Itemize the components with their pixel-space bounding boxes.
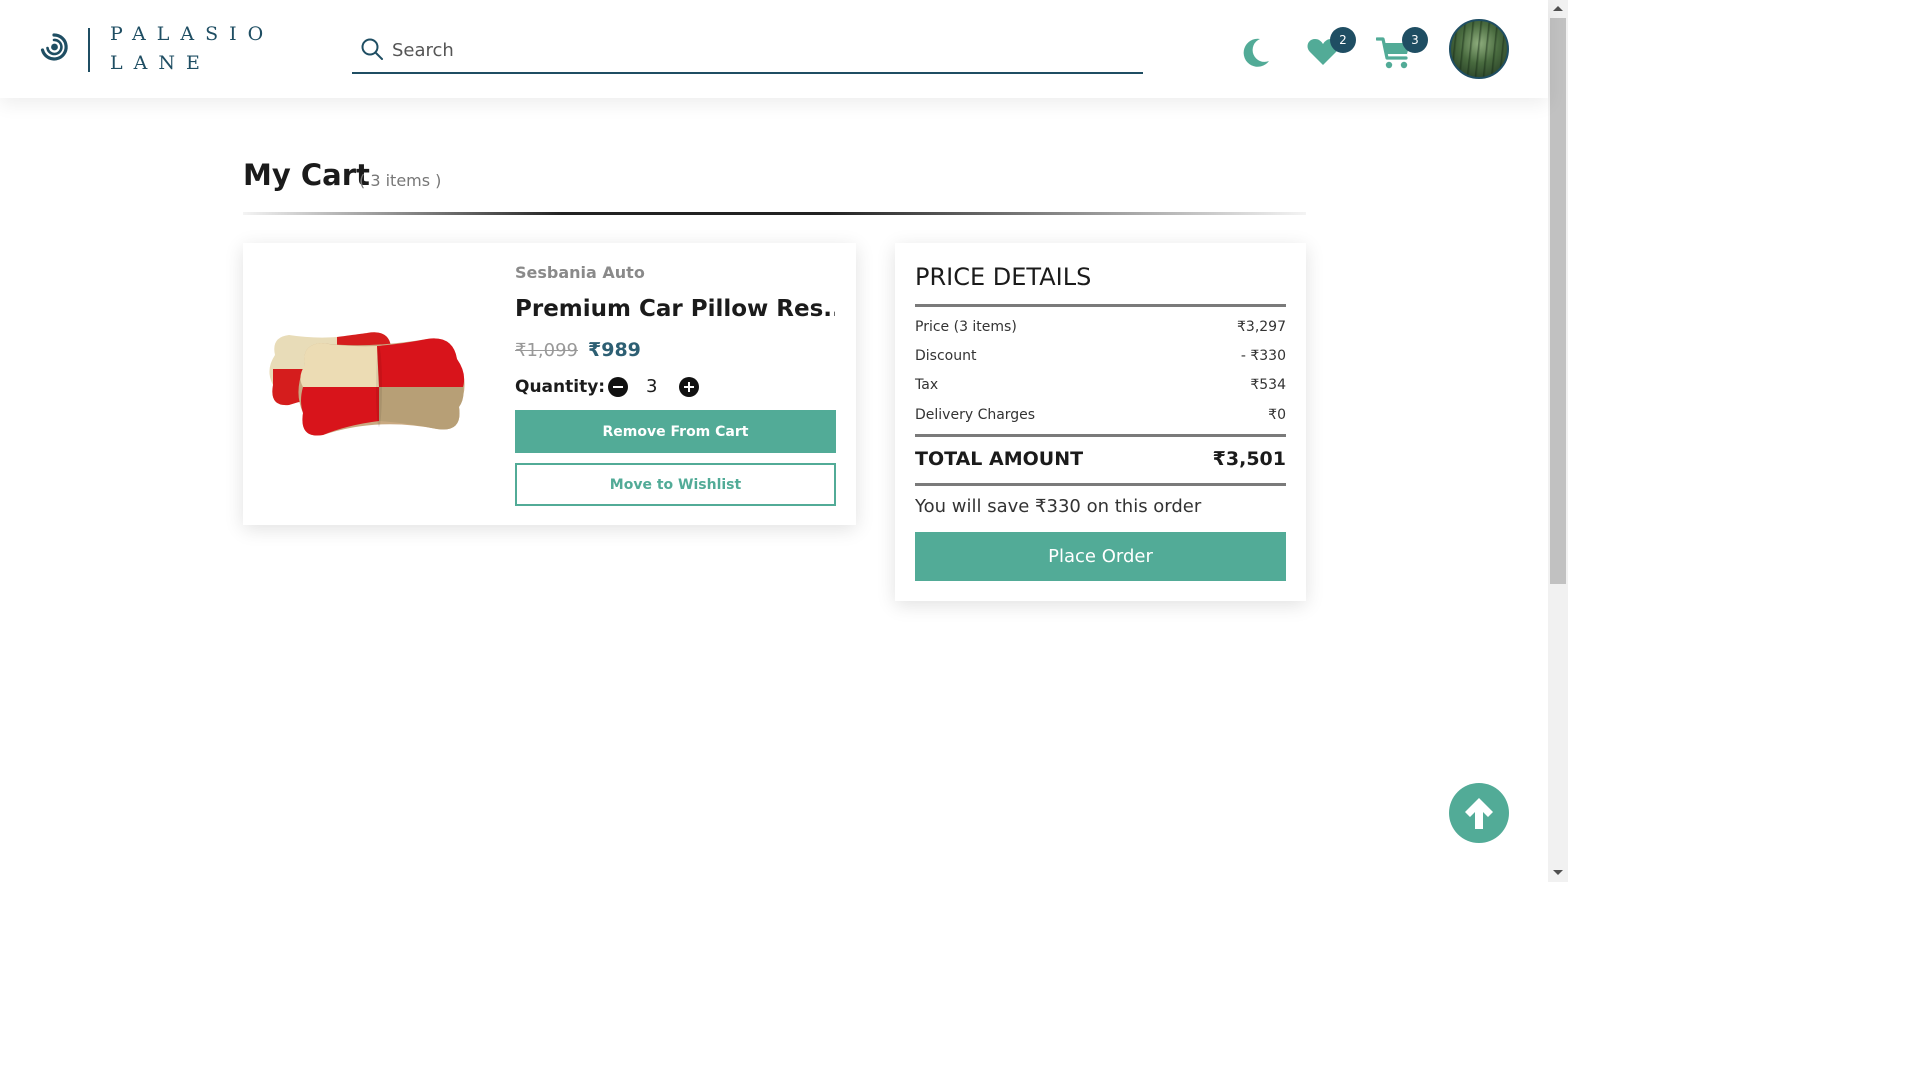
move-to-wishlist-button[interactable]: Move to Wishlist bbox=[515, 463, 836, 506]
page-title: My Cart bbox=[243, 158, 370, 192]
top-navbar: PALASIO LANE 2 3 bbox=[0, 0, 1548, 98]
total-divider-bottom bbox=[915, 483, 1286, 486]
total-amount-label: TOTAL AMOUNT bbox=[915, 448, 1084, 470]
price-row: Price (3 items) ₹3,297 bbox=[915, 319, 1286, 335]
quantity-value: 3 bbox=[646, 376, 658, 397]
moon-icon[interactable] bbox=[1238, 36, 1272, 70]
title-divider bbox=[243, 212, 1306, 215]
total-amount-value: ₹3,501 bbox=[1212, 448, 1286, 470]
search-icon bbox=[361, 38, 383, 60]
car-neck-pillow-image[interactable] bbox=[267, 325, 467, 445]
wishlist-count-badge: 2 bbox=[1330, 27, 1356, 53]
delivery-row-label: Delivery Charges bbox=[915, 407, 1036, 423]
product-name[interactable]: Premium Car Pillow Res... bbox=[515, 296, 835, 322]
discounted-price: ₹989 bbox=[588, 339, 641, 361]
decrease-quantity-icon[interactable] bbox=[608, 377, 628, 397]
page-scrollbar[interactable] bbox=[1548, 0, 1568, 882]
delivery-row-value: ₹0 bbox=[1268, 407, 1286, 423]
cart-count-badge: 3 bbox=[1402, 27, 1428, 53]
original-price: ₹1,099 bbox=[515, 340, 578, 361]
delivery-row: Delivery Charges ₹0 bbox=[915, 407, 1286, 423]
swirl-logo-icon[interactable] bbox=[38, 31, 70, 63]
remove-from-cart-button[interactable]: Remove From Cart bbox=[515, 410, 836, 453]
back-to-top-button[interactable] bbox=[1449, 783, 1509, 843]
quantity-label: Quantity: bbox=[515, 377, 606, 397]
total-divider-top bbox=[915, 434, 1286, 437]
brand-name-line1[interactable]: PALASIO bbox=[110, 23, 274, 45]
savings-message: You will save ₹330 on this order bbox=[915, 496, 1202, 517]
tax-row: Tax ₹534 bbox=[915, 377, 1286, 393]
price-row-value: ₹3,297 bbox=[1237, 319, 1286, 335]
cart-item-card: Sesbania Auto Premium Car Pillow Res... … bbox=[243, 243, 856, 525]
discount-row-value: - ₹330 bbox=[1240, 348, 1286, 364]
arrow-up-icon bbox=[1465, 798, 1493, 829]
avatar[interactable] bbox=[1449, 19, 1509, 79]
brand-name-line2[interactable]: LANE bbox=[110, 52, 211, 74]
price-row-label: Price (3 items) bbox=[915, 319, 1017, 335]
scroll-thumb[interactable] bbox=[1550, 18, 1566, 584]
search-bar bbox=[352, 28, 1143, 74]
price-details-card: PRICE DETAILS Price (3 items) ₹3,297 Dis… bbox=[895, 243, 1306, 601]
tax-row-value: ₹534 bbox=[1250, 377, 1286, 393]
discount-row-label: Discount bbox=[915, 348, 977, 364]
search-input[interactable] bbox=[390, 34, 1130, 66]
price-details-heading: PRICE DETAILS bbox=[915, 263, 1092, 291]
cart-item-count: ( 3 items ) bbox=[359, 171, 442, 190]
logo-divider bbox=[88, 28, 90, 72]
increase-quantity-icon[interactable] bbox=[679, 377, 699, 397]
price-divider bbox=[915, 304, 1286, 307]
product-brand: Sesbania Auto bbox=[515, 263, 645, 282]
place-order-button[interactable]: Place Order bbox=[915, 532, 1286, 581]
total-amount-row: TOTAL AMOUNT ₹3,501 bbox=[915, 448, 1286, 470]
tax-row-label: Tax bbox=[915, 377, 939, 393]
scroll-down-arrow-icon[interactable] bbox=[1553, 870, 1563, 875]
scroll-up-arrow-icon[interactable] bbox=[1553, 6, 1563, 11]
discount-row: Discount - ₹330 bbox=[915, 348, 1286, 364]
